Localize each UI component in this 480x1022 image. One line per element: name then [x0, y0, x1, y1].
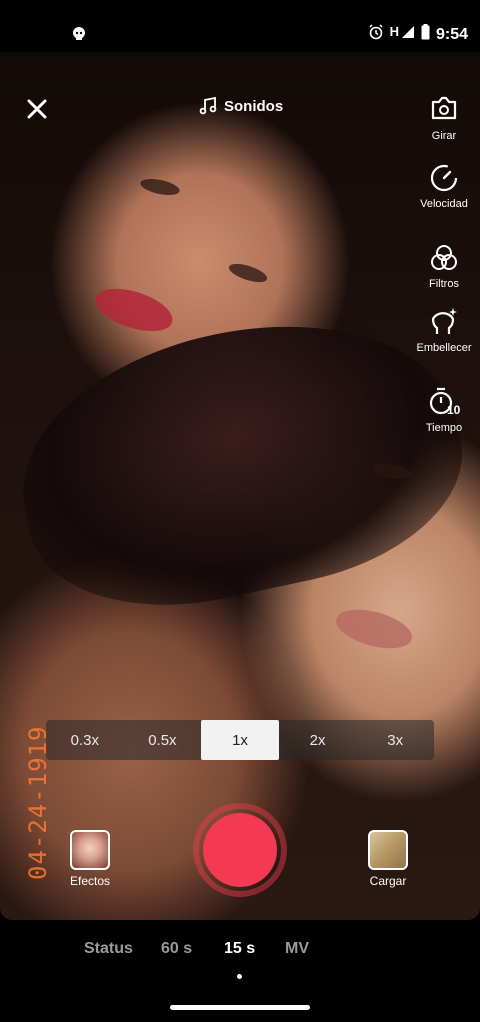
music-note-icon: [199, 96, 217, 115]
sounds-label: Sonidos: [224, 97, 284, 115]
mode-tab-mv[interactable]: MV: [285, 940, 309, 958]
flip-camera-button[interactable]: Girar: [408, 94, 480, 143]
zoom-selector: 0.3x 0.5x 1x 2x 3x: [46, 720, 434, 760]
gallery-thumbnail: [368, 830, 408, 870]
preview-image-detail: [90, 280, 178, 340]
speed-icon: [430, 164, 458, 192]
close-icon: [27, 99, 47, 119]
preview-image-detail: [138, 175, 182, 199]
record-button-core: [203, 813, 277, 887]
svg-text:10: 10: [447, 403, 461, 417]
zoom-option-3x[interactable]: 3x: [356, 720, 434, 760]
timer-icon: 10: [429, 387, 461, 417]
beautify-label: Embellecer: [416, 342, 472, 354]
zoom-option-0.5x[interactable]: 0.5x: [124, 720, 202, 760]
effects-thumbnail: [70, 830, 110, 870]
filters-label: Filtros: [429, 278, 459, 290]
timestamp-overlay: 04-24-1919: [24, 725, 52, 881]
mode-tabs: Status 60 s 15 s MV: [0, 936, 480, 964]
clock-time: 9:54: [435, 25, 468, 43]
timer-label: Tiempo: [425, 422, 463, 434]
beautify-icon: [431, 308, 457, 334]
upload-label: Cargar: [369, 874, 407, 888]
beautify-button[interactable]: Embellecer: [414, 306, 474, 355]
upload-button[interactable]: Cargar: [362, 830, 414, 888]
preview-image-region: [0, 289, 480, 635]
home-indicator[interactable]: [170, 1005, 310, 1010]
mode-tab-status[interactable]: Status: [84, 940, 133, 958]
zoom-option-0.3x[interactable]: 0.3x: [46, 720, 124, 760]
selected-mode-indicator: [237, 974, 242, 979]
flip-camera-label: Girar: [431, 130, 457, 142]
battery-icon: [421, 24, 430, 45]
zoom-option-2x[interactable]: 2x: [279, 720, 357, 760]
status-bar: H 9:54: [0, 0, 480, 52]
sounds-button[interactable]: Sonidos: [198, 96, 283, 116]
timer-button[interactable]: 10 Tiempo: [408, 386, 480, 435]
preview-image-detail: [226, 260, 270, 286]
network-type-label: H: [389, 24, 399, 39]
notification-icon: [72, 26, 86, 47]
preview-image-detail: [331, 602, 417, 656]
alarm-icon: [368, 24, 384, 45]
effects-label: Efectos: [69, 874, 111, 888]
flip-camera-icon: [431, 96, 457, 120]
mode-tab-15s[interactable]: 15 s: [224, 940, 255, 958]
speed-button[interactable]: Velocidad: [414, 162, 474, 211]
speed-label: Velocidad: [420, 198, 468, 210]
record-button[interactable]: [193, 803, 287, 897]
effects-button[interactable]: Efectos: [66, 830, 114, 888]
filters-icon: [431, 245, 457, 270]
camera-preview[interactable]: [0, 52, 480, 920]
zoom-option-1x[interactable]: 1x: [201, 720, 279, 760]
signal-icon: [401, 25, 415, 44]
close-button[interactable]: [22, 94, 52, 124]
mode-tab-60s[interactable]: 60 s: [161, 940, 192, 958]
filters-button[interactable]: Filtros: [408, 242, 480, 291]
